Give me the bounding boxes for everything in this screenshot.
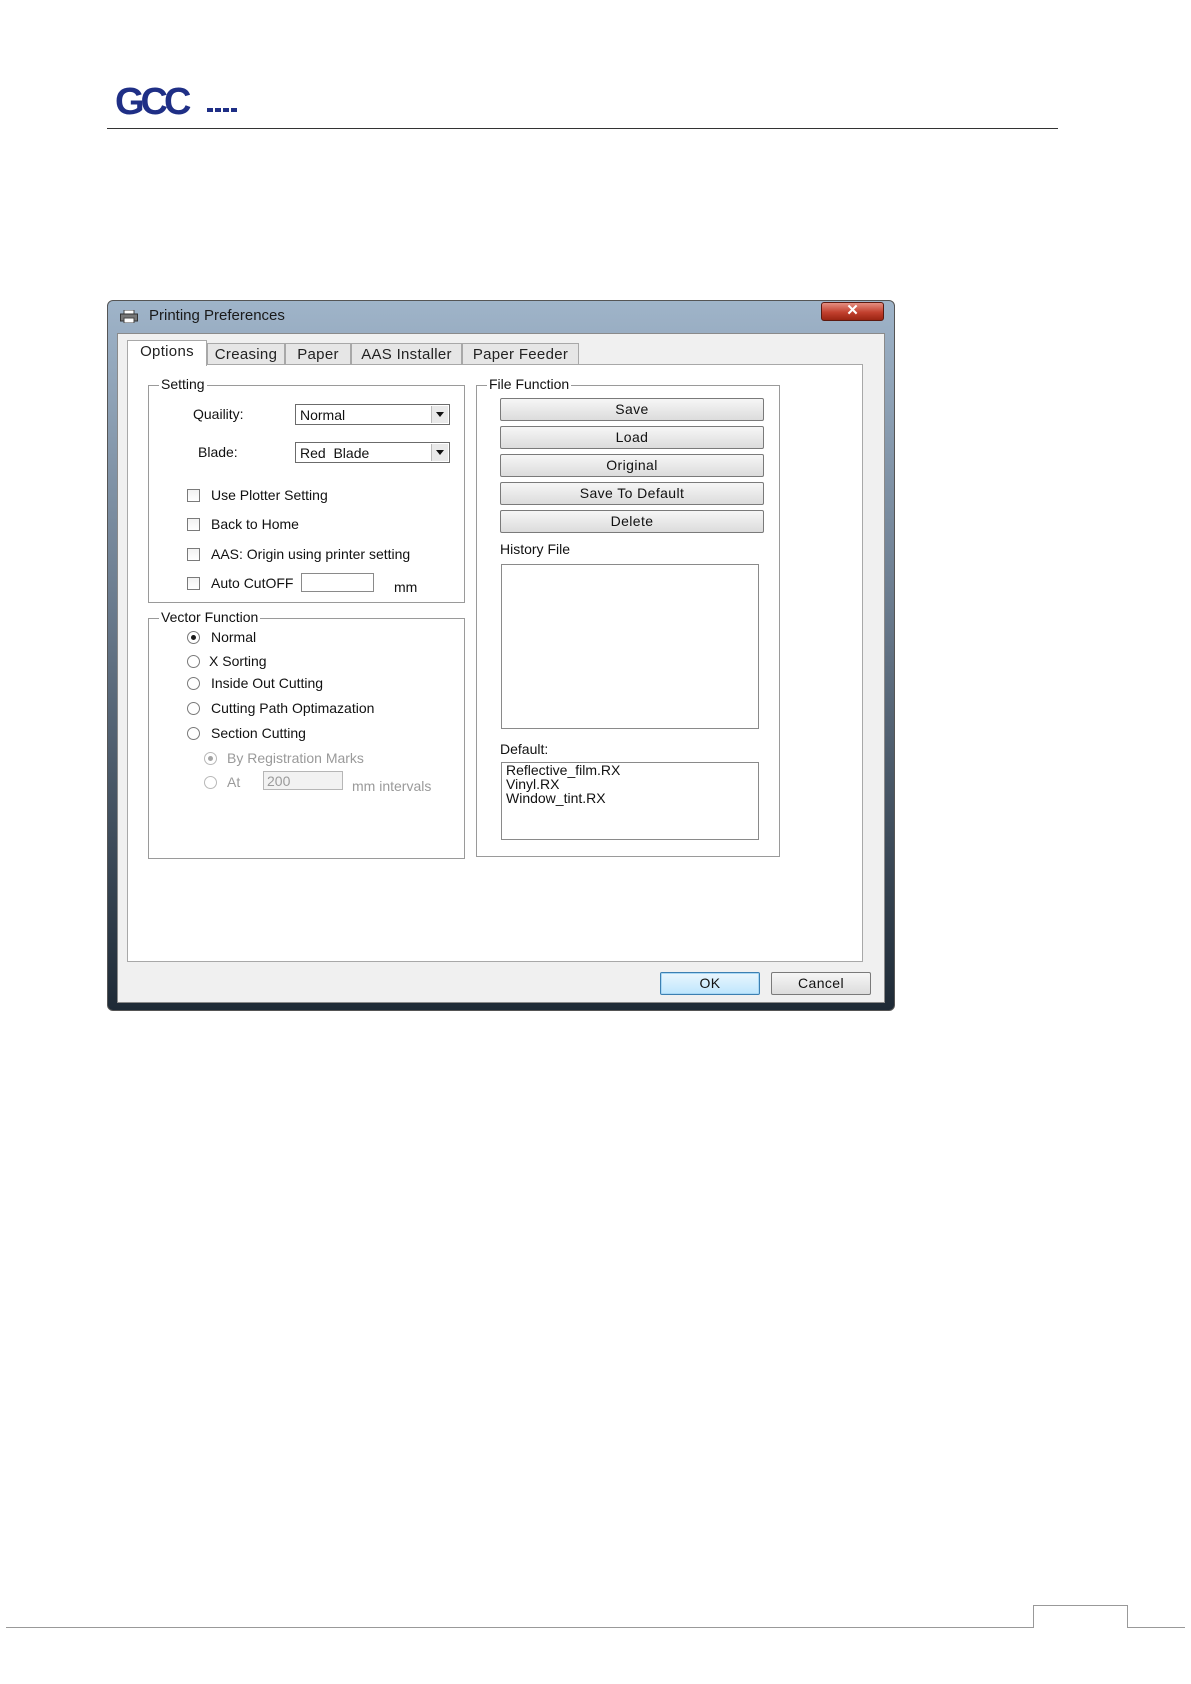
blade-label: Blade:: [198, 444, 238, 460]
save-button[interactable]: Save: [500, 398, 764, 421]
tab-paper[interactable]: Paper: [285, 343, 351, 365]
close-icon: ✕: [846, 302, 859, 319]
dialog-client-area: Options Creasing Paper AAS Installer Pap…: [117, 333, 885, 1003]
back-to-home-checkbox[interactable]: [187, 518, 200, 531]
list-item[interactable]: Reflective_film.RX: [502, 763, 758, 777]
interval-input[interactable]: 200: [263, 771, 343, 790]
default-files-label: Default:: [500, 741, 549, 757]
tab-creasing[interactable]: Creasing: [207, 343, 285, 365]
quality-label: Quaility:: [193, 406, 244, 422]
save-to-default-button[interactable]: Save To Default: [500, 482, 764, 505]
original-button[interactable]: Original: [500, 454, 764, 477]
vector-x-sorting-label: X Sorting: [209, 653, 267, 669]
history-file-label: History File: [500, 541, 571, 557]
delete-button[interactable]: Delete: [500, 510, 764, 533]
file-function-group: File Function Save Load Original Save To…: [476, 376, 780, 857]
printer-icon: [120, 310, 138, 323]
history-file-list[interactable]: [501, 564, 759, 729]
title-bar[interactable]: Printing Preferences ✕: [108, 301, 894, 327]
list-item[interactable]: Vinyl.RX: [502, 777, 758, 791]
default-files-list[interactable]: Reflective_film.RX Vinyl.RX Window_tint.…: [501, 762, 759, 840]
ok-button[interactable]: OK: [660, 972, 760, 995]
cancel-button[interactable]: Cancel: [771, 972, 871, 995]
vector-inside-out-radio[interactable]: [187, 677, 200, 690]
dialog-title: Printing Preferences: [149, 307, 285, 324]
options-panel: Setting Quaility: Normal Blade: Red Blad…: [127, 364, 863, 962]
back-to-home-label: Back to Home: [211, 516, 299, 532]
vector-section-cutting-label: Section Cutting: [211, 725, 306, 741]
vector-x-sorting-radio[interactable]: [187, 655, 200, 668]
aas-origin-label: AAS: Origin using printer setting: [211, 546, 411, 562]
setting-group: Setting Quaility: Normal Blade: Red Blad…: [148, 376, 465, 603]
auto-cutoff-label: Auto CutOFF: [211, 575, 294, 591]
cut-at-label: At: [227, 774, 241, 790]
vector-normal-label: Normal: [211, 629, 257, 645]
auto-cutoff-input[interactable]: [301, 573, 374, 592]
quality-select[interactable]: Normal: [295, 404, 450, 425]
vector-path-optimization-label: Cutting Path Optimazation: [211, 700, 375, 716]
by-registration-marks-radio[interactable]: [204, 752, 217, 765]
by-registration-marks-label: By Registration Marks: [227, 750, 364, 766]
page-number-tab: [1033, 1605, 1128, 1628]
svg-text:GCC: GCC: [115, 82, 191, 122]
gcc-logo: GCC: [115, 82, 237, 122]
printing-preferences-dialog: Printing Preferences ✕ Options Creasing …: [107, 300, 895, 1011]
chevron-down-icon[interactable]: [431, 406, 448, 423]
use-plotter-setting-label: Use Plotter Setting: [211, 487, 328, 503]
tab-options[interactable]: Options: [127, 340, 207, 366]
load-button[interactable]: Load: [500, 426, 764, 449]
footer-rule-right: [1128, 1627, 1185, 1628]
file-function-group-label: File Function: [487, 376, 572, 392]
close-button[interactable]: ✕: [821, 302, 884, 321]
vector-function-group-label: Vector Function: [159, 609, 261, 625]
auto-cutoff-checkbox[interactable]: [187, 577, 200, 590]
tab-aas-installer[interactable]: AAS Installer: [351, 343, 462, 365]
use-plotter-setting-checkbox[interactable]: [187, 489, 200, 502]
tab-paper-feeder[interactable]: Paper Feeder: [462, 343, 579, 365]
list-item[interactable]: Window_tint.RX: [502, 791, 758, 805]
vector-inside-out-label: Inside Out Cutting: [211, 675, 324, 691]
vector-section-cutting-radio[interactable]: [187, 727, 200, 740]
quality-value: Normal: [300, 407, 346, 423]
chevron-down-icon[interactable]: [431, 444, 448, 461]
header-rule: [107, 128, 1058, 129]
interval-value: 200: [267, 773, 291, 789]
auto-cutoff-unit: mm: [394, 579, 418, 595]
setting-group-label: Setting: [159, 376, 207, 392]
aas-origin-checkbox[interactable]: [187, 548, 200, 561]
blade-select[interactable]: Red Blade: [295, 442, 450, 463]
interval-unit-label: mm intervals: [352, 778, 432, 794]
vector-function-group: Vector Function Normal X Sorting Inside …: [148, 609, 465, 859]
blade-value: Red Blade: [300, 445, 370, 461]
vector-path-optimization-radio[interactable]: [187, 702, 200, 715]
vector-normal-radio[interactable]: [187, 631, 200, 644]
cut-at-interval-radio[interactable]: [204, 776, 217, 789]
footer-rule-left: [6, 1627, 1033, 1628]
